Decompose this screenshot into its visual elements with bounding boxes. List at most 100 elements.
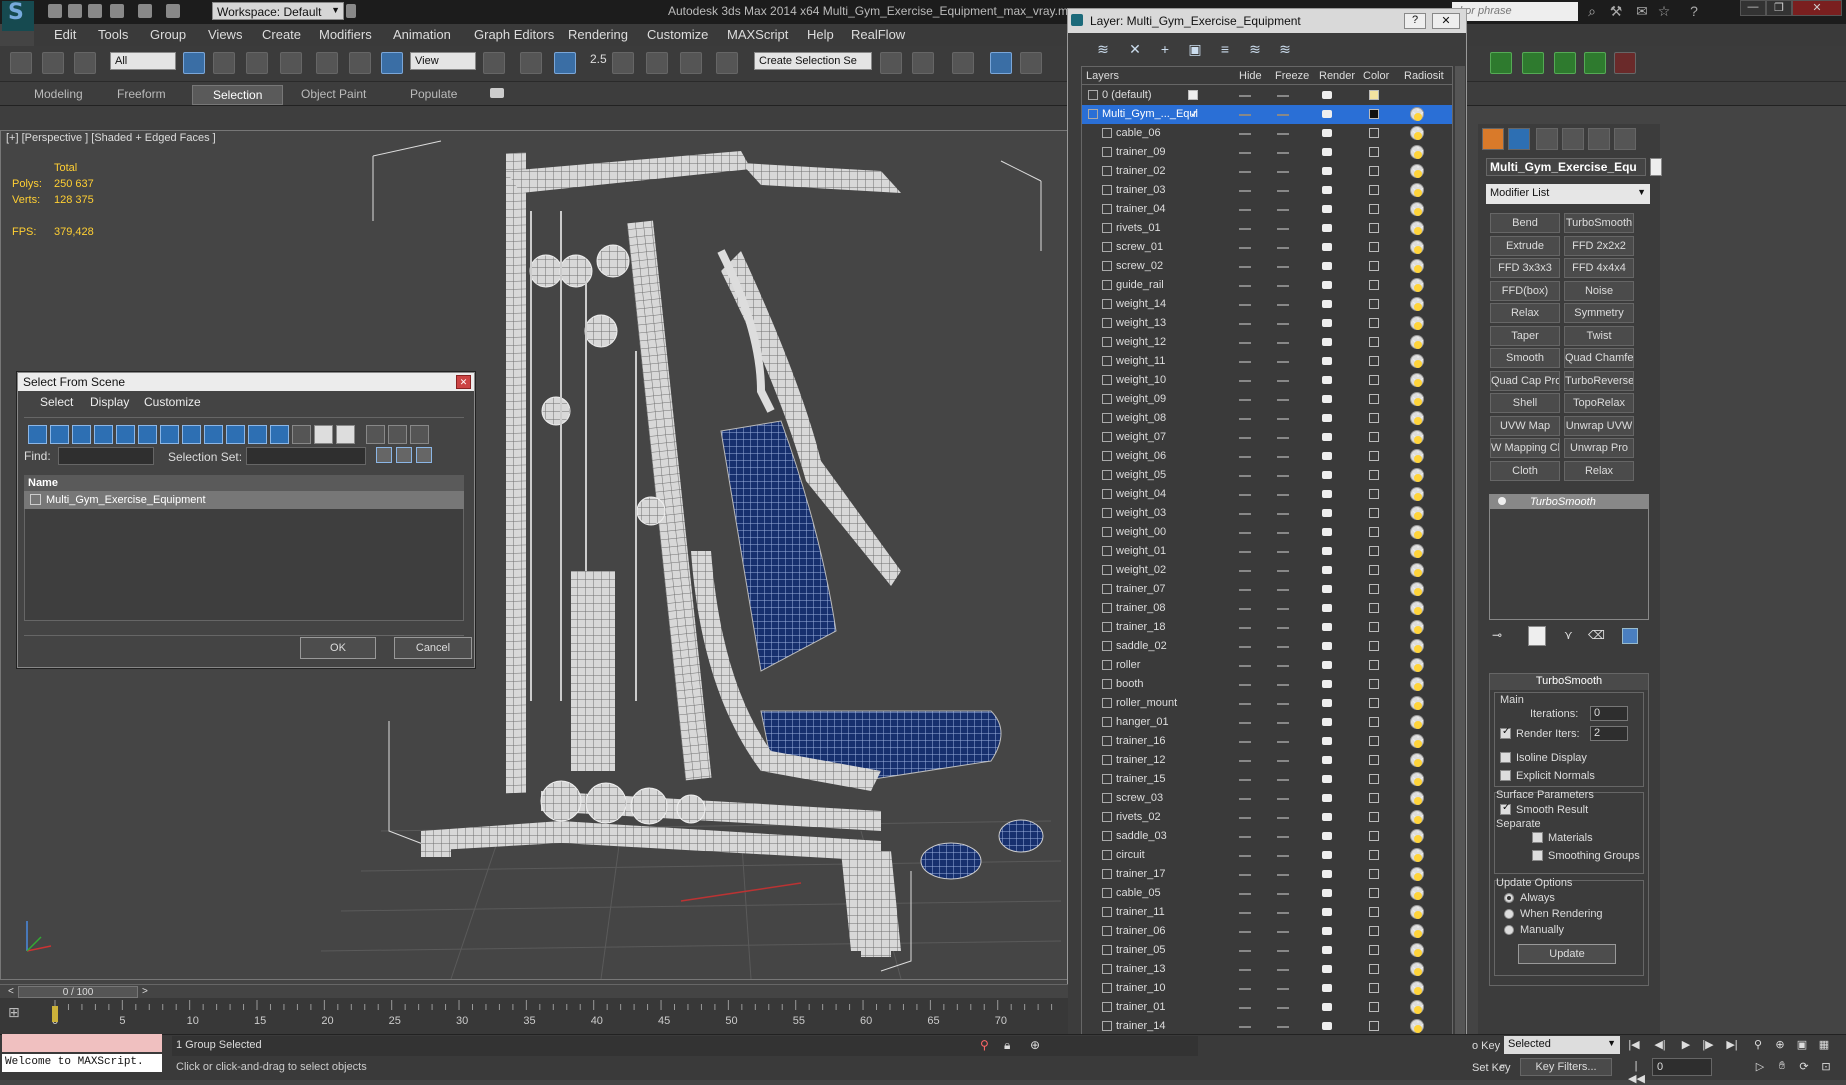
layer-color-swatch[interactable] (1369, 432, 1379, 442)
layer-row-group[interactable]: Multi_Gym_..._Equi ✓ (1082, 105, 1452, 124)
radiosity-sun-icon[interactable] (1410, 696, 1424, 710)
angle-snap-icon[interactable] (612, 52, 634, 74)
selection-lock-icon[interactable]: 🔒︎ (1004, 1038, 1010, 1053)
window-crossing-icon[interactable] (280, 52, 302, 74)
freeze-toggle[interactable] (1277, 494, 1289, 496)
hide-toggle[interactable] (1239, 608, 1251, 610)
radiosity-sun-icon[interactable] (1410, 164, 1424, 178)
layer-row-default[interactable]: 0 (default) (1082, 86, 1452, 105)
layer-color-swatch[interactable] (1369, 527, 1379, 537)
radiosity-sun-icon[interactable] (1410, 715, 1424, 729)
hide-toggle[interactable] (1239, 323, 1251, 325)
radiosity-sun-icon[interactable] (1410, 582, 1424, 596)
save-file-icon[interactable] (88, 4, 102, 18)
layer-color-swatch[interactable] (1369, 869, 1379, 879)
selection-set-dropdown[interactable]: Create Selection Se (754, 52, 872, 70)
hide-toggle[interactable] (1239, 399, 1251, 401)
radiosity-sun-icon[interactable] (1410, 981, 1424, 995)
hide-toggle[interactable] (1239, 1026, 1251, 1028)
render-teapot-icon[interactable] (1322, 338, 1332, 346)
layer-color-swatch[interactable] (1369, 793, 1379, 803)
quick-access-more-icon[interactable] (346, 4, 356, 18)
radiosity-sun-icon[interactable] (1410, 411, 1424, 425)
layer-row[interactable]: trainer_15 (1082, 770, 1452, 789)
layer-row[interactable]: saddle_02 (1082, 637, 1452, 656)
layer-row[interactable]: weight_08 (1082, 409, 1452, 428)
layer-row[interactable]: rivets_02 (1082, 808, 1452, 827)
hide-toggle[interactable] (1239, 190, 1251, 192)
layer-color-swatch[interactable] (1369, 1002, 1379, 1012)
freeze-toggle[interactable] (1277, 551, 1289, 553)
layer-color-swatch[interactable] (1369, 451, 1379, 461)
freeze-toggle[interactable] (1277, 855, 1289, 857)
modifier-button[interactable]: TurboReverse (1564, 370, 1634, 391)
radiosity-sun-icon[interactable] (1410, 525, 1424, 539)
freeze-toggle[interactable] (1277, 285, 1289, 287)
scale-icon[interactable] (381, 52, 403, 74)
radiosity-sun-icon[interactable] (1410, 677, 1424, 691)
layer-row[interactable]: weight_02 (1082, 561, 1452, 580)
freeze-toggle[interactable] (1277, 95, 1289, 97)
render-teapot-icon[interactable] (1322, 585, 1332, 593)
hide-toggle[interactable] (1239, 532, 1251, 534)
motion-tab-icon[interactable] (1562, 128, 1584, 150)
hide-toggle[interactable] (1239, 570, 1251, 572)
layer-row[interactable]: screw_01 (1082, 238, 1452, 257)
hide-toggle[interactable] (1239, 684, 1251, 686)
percent-snap-icon[interactable] (646, 52, 668, 74)
layer-color-swatch[interactable] (1369, 394, 1379, 404)
isolate-icon[interactable]: ⚲ (980, 1038, 989, 1052)
column-layers[interactable]: Layers (1086, 70, 1119, 82)
hide-toggle[interactable] (1239, 437, 1251, 439)
column-render[interactable]: Render (1319, 70, 1355, 82)
create-tab-icon[interactable] (1482, 128, 1504, 150)
rendered-frame-window-icon[interactable] (1522, 52, 1544, 74)
layer-color-swatch[interactable] (1369, 489, 1379, 499)
render-iterative-icon[interactable] (1584, 52, 1606, 74)
freeze-toggle[interactable] (1277, 836, 1289, 838)
close-icon[interactable]: ✕ (1792, 0, 1842, 16)
current-frame-input[interactable]: 0 (1652, 1058, 1712, 1076)
select-by-name-icon[interactable] (213, 52, 235, 74)
freeze-toggle[interactable] (1277, 190, 1289, 192)
freeze-toggle[interactable] (1277, 456, 1289, 458)
hide-toggle[interactable] (1239, 95, 1251, 97)
move-icon[interactable] (316, 52, 338, 74)
hide-toggle[interactable] (1239, 665, 1251, 667)
render-teapot-icon[interactable] (1322, 509, 1332, 517)
materials-checkbox[interactable] (1532, 832, 1543, 843)
render-teapot-icon[interactable] (1322, 357, 1332, 365)
radiosity-sun-icon[interactable] (1410, 259, 1424, 273)
render-teapot-icon[interactable] (1322, 110, 1332, 118)
render-teapot-icon[interactable] (1322, 300, 1332, 308)
modifier-button[interactable]: TopoRelax (1564, 393, 1634, 413)
layer-color-swatch[interactable] (1369, 888, 1379, 898)
freeze-toggle[interactable] (1277, 418, 1289, 420)
render-teapot-icon[interactable] (1322, 889, 1332, 897)
display-xrefs-icon[interactable] (182, 425, 201, 444)
modifier-button[interactable]: Symmetry (1564, 303, 1634, 323)
help-icon[interactable]: ? (1404, 13, 1426, 29)
radiosity-sun-icon[interactable] (1410, 544, 1424, 558)
subscription-icon[interactable]: ⚒ (1608, 3, 1624, 19)
menu-graph-editors[interactable]: Graph Editors (474, 27, 554, 42)
when-rendering-radio[interactable] (1504, 909, 1514, 919)
display-containers-icon[interactable] (226, 425, 245, 444)
freeze-toggle[interactable] (1277, 931, 1289, 933)
maximize-icon[interactable]: ❐ (1766, 0, 1792, 16)
list-item[interactable]: Multi_Gym_Exercise_Equipment (24, 491, 464, 509)
modifier-button[interactable]: Quad Chamfer (1564, 348, 1634, 368)
render-teapot-icon[interactable] (1322, 623, 1332, 631)
freeze-toggle[interactable] (1277, 342, 1289, 344)
render-teapot-icon[interactable] (1322, 984, 1332, 992)
menu-animation[interactable]: Animation (393, 27, 451, 42)
layer-color-swatch[interactable] (1369, 1021, 1379, 1031)
layer-color-swatch[interactable] (1369, 375, 1379, 385)
layer-row[interactable]: trainer_01 (1082, 998, 1452, 1017)
menu-rendering[interactable]: Rendering (568, 27, 628, 42)
menu-edit[interactable]: Edit (54, 27, 76, 42)
filter-icon[interactable] (366, 425, 385, 444)
modifier-button[interactable]: UVW Map (1490, 415, 1560, 436)
hide-toggle[interactable] (1239, 969, 1251, 971)
freeze-toggle[interactable] (1277, 152, 1289, 154)
